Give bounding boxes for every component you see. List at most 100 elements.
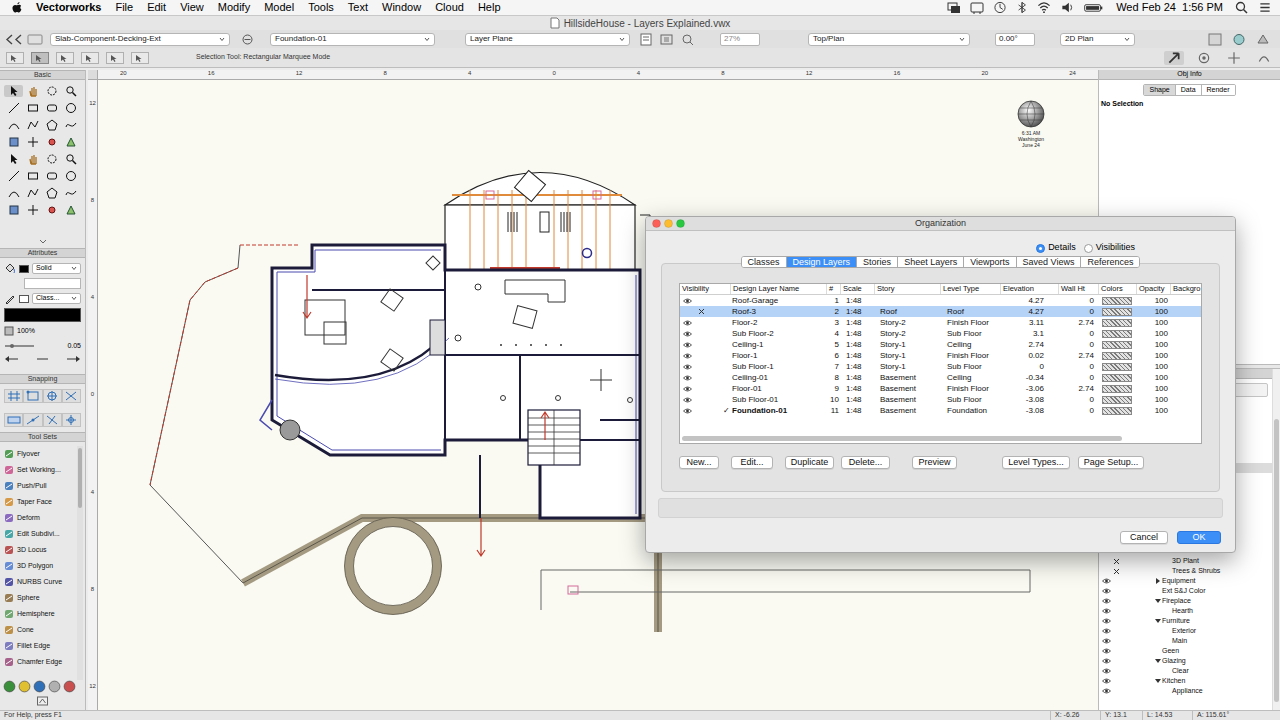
layer-name[interactable]: Ceiling-1 <box>730 339 826 351</box>
pen-icon[interactable] <box>4 293 16 304</box>
battery-icon[interactable] <box>1083 1 1104 14</box>
visibility-cell[interactable] <box>680 405 722 416</box>
fill-bucket-icon[interactable] <box>4 263 16 274</box>
visibility-cell[interactable] <box>1101 616 1111 626</box>
toolset-label[interactable]: Cone <box>17 625 34 636</box>
class-label[interactable]: Trees & Shrubs <box>1171 566 1220 577</box>
toolset-item[interactable]: Hemisphere <box>0 606 77 622</box>
class-row[interactable]: Clear <box>1099 666 1272 676</box>
toolset-item[interactable]: Deform <box>0 510 77 526</box>
toolset-label[interactable]: Deform <box>17 513 40 524</box>
layer-name[interactable]: Roof-3 <box>730 306 826 318</box>
visibility-cell[interactable] <box>1101 686 1111 696</box>
render-icon[interactable] <box>1232 33 1246 46</box>
toolset-tab-icon[interactable] <box>48 680 61 693</box>
toolset-item[interactable]: Sphere <box>0 590 77 606</box>
layer-name[interactable]: Sub Floor-01 <box>730 394 826 406</box>
hidden-cell[interactable] <box>1111 626 1121 636</box>
toolset-label[interactable]: Chamfer Edge <box>17 657 62 668</box>
toolset-item[interactable]: Flyover <box>0 446 77 462</box>
layer-row[interactable]: Floor-0191:48BasementFinish Floor-3.062.… <box>680 383 1201 394</box>
tool-icon[interactable] <box>62 136 81 148</box>
active-cell[interactable] <box>722 317 730 328</box>
coordinate-field[interactable]: Y: 13.1 <box>1100 711 1142 720</box>
navigation-icon[interactable] <box>4 33 44 46</box>
tool-icon[interactable] <box>43 136 62 148</box>
toolset-label[interactable]: Push/Pull <box>17 481 47 492</box>
visibility-cell[interactable] <box>1101 576 1111 586</box>
dialog-button[interactable]: Level Types... <box>1002 456 1070 469</box>
clock[interactable]: Wed Feb 24 1:56 PM <box>1116 0 1223 16</box>
hidden-cell[interactable] <box>1111 636 1121 646</box>
class-row[interactable]: 3D Plant <box>1099 556 1272 566</box>
layer-row[interactable]: Roof-Garage11:484.270100 <box>680 295 1201 306</box>
line-weight-value[interactable]: 0.05 <box>67 341 81 352</box>
toolset-tab-icon[interactable] <box>33 680 46 693</box>
class-row[interactable]: Equipment <box>1099 576 1272 586</box>
visible-slot[interactable] <box>680 295 694 306</box>
scroll-thumb[interactable] <box>682 436 1122 441</box>
app-menu[interactable]: Vectorworks <box>36 0 101 16</box>
toolset-item[interactable]: Chamfer Edge <box>0 654 77 670</box>
disclosure-triangle-icon[interactable] <box>1155 599 1161 603</box>
visibility-cell[interactable] <box>680 306 722 317</box>
layer-name[interactable]: Floor-1 <box>730 350 826 362</box>
menu-item[interactable]: Model <box>264 0 294 16</box>
column-header[interactable]: Opacity <box>1136 284 1170 294</box>
disclosure-triangle-icon[interactable] <box>1156 578 1160 584</box>
class-row[interactable]: Furniture <box>1099 616 1272 626</box>
active-cell[interactable] <box>722 295 730 306</box>
hidden-cell[interactable] <box>1111 596 1121 606</box>
dialog-tab[interactable]: Viewports <box>963 257 1015 268</box>
sun-position-marker[interactable]: 6:31 AMWashingtonJune 24 <box>1014 100 1048 148</box>
visible-slot[interactable] <box>680 328 694 339</box>
colors-cell[interactable] <box>1098 361 1136 372</box>
tool-icon[interactable] <box>23 136 42 148</box>
class-row[interactable]: Trees & Shrubs <box>1099 566 1272 576</box>
scroll-thumb[interactable] <box>1274 419 1279 702</box>
toolset-item[interactable]: Fillet Edge <box>0 638 77 654</box>
layer-row[interactable]: Floor-161:48Story-1Finish Floor0.022.741… <box>680 350 1201 361</box>
grayed-slot[interactable] <box>708 361 722 372</box>
fill-preview[interactable] <box>24 278 81 289</box>
tool-icon[interactable] <box>4 657 14 667</box>
invisible-slot[interactable] <box>694 405 708 416</box>
tool-icon[interactable] <box>4 609 14 619</box>
toolset-label[interactable]: Set Working... <box>17 465 61 476</box>
invisible-slot[interactable] <box>694 361 708 372</box>
disclosure-cell[interactable] <box>1155 646 1161 656</box>
menu-item[interactable]: Cloud <box>435 0 464 16</box>
visibility-cell[interactable] <box>1101 556 1111 566</box>
colors-cell[interactable] <box>1098 317 1136 328</box>
tool-icon[interactable] <box>23 170 42 182</box>
dialog-button[interactable]: Edit... <box>731 456 773 469</box>
grayed-slot[interactable] <box>708 383 722 394</box>
flyover-mode-icon[interactable] <box>1254 51 1274 65</box>
snap-icon[interactable] <box>62 413 81 427</box>
tool-icon[interactable] <box>4 465 14 475</box>
start-marker-icon[interactable] <box>4 355 19 363</box>
dialog-button[interactable]: Preview <box>912 456 957 469</box>
disclosure-cell[interactable] <box>1155 576 1161 586</box>
class-row[interactable]: Main <box>1099 636 1272 646</box>
horizontal-scrollbar[interactable] <box>682 434 1199 442</box>
toolset-item[interactable]: Push/Pull <box>0 478 77 494</box>
fill-style-dropdown[interactable]: Solid <box>32 263 81 274</box>
disclosure-cell[interactable] <box>1165 666 1171 676</box>
colors-cell[interactable] <box>1098 350 1136 361</box>
visible-slot[interactable] <box>680 383 694 394</box>
layer-row[interactable]: Sub Floor-01101:48BasementSub Floor-3.08… <box>680 394 1201 405</box>
active-cell[interactable] <box>722 306 730 317</box>
column-header[interactable]: Visibility <box>680 284 730 294</box>
zoom-button-icon[interactable] <box>676 219 685 228</box>
tool-icon[interactable] <box>23 204 42 216</box>
toolset-label[interactable]: Fillet Edge <box>17 641 50 652</box>
time-machine-icon[interactable] <box>993 1 1007 14</box>
invisible-slot[interactable] <box>694 295 708 306</box>
layer-name[interactable]: Roof-Garage <box>730 295 826 307</box>
menu-item[interactable]: Text <box>348 0 368 16</box>
menu-item[interactable]: Help <box>478 0 501 16</box>
column-header[interactable]: Elevation <box>1000 284 1058 294</box>
tool-icon[interactable] <box>4 561 14 571</box>
plane-dropdown[interactable]: Layer Plane <box>465 33 630 46</box>
